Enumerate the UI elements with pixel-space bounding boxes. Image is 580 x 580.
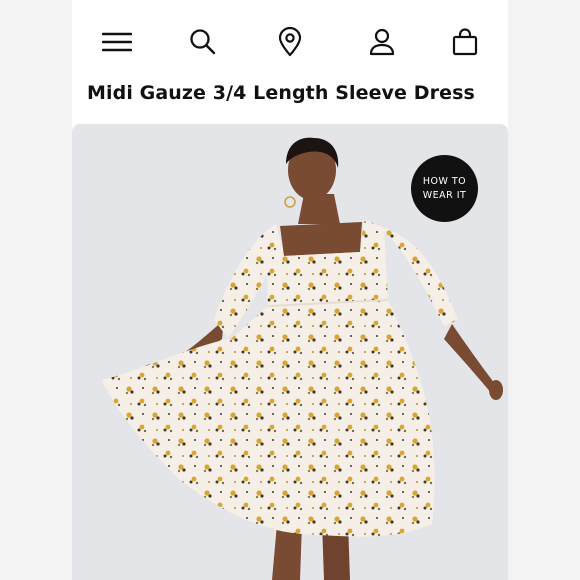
search-icon xyxy=(190,29,216,55)
store-locator-button[interactable] xyxy=(272,24,308,60)
how-to-wear-label: HOW TO WEAR IT xyxy=(422,175,467,201)
product-title: Midi Gauze 3/4 Length Sleeve Dress xyxy=(87,82,475,104)
product-page: Midi Gauze 3/4 Length Sleeve Dress HOW T… xyxy=(72,0,508,580)
cart-button[interactable] xyxy=(447,24,483,60)
search-button[interactable] xyxy=(185,24,221,60)
account-button[interactable] xyxy=(364,24,400,60)
location-pin-icon xyxy=(278,27,302,57)
account-icon xyxy=(369,28,395,56)
top-nav xyxy=(72,0,508,80)
menu-icon xyxy=(102,32,132,52)
how-to-wear-button[interactable]: HOW TO WEAR IT xyxy=(411,155,478,222)
menu-button[interactable] xyxy=(99,24,135,60)
shopping-bag-icon xyxy=(452,28,478,56)
product-image[interactable]: HOW TO WEAR IT xyxy=(72,124,508,580)
